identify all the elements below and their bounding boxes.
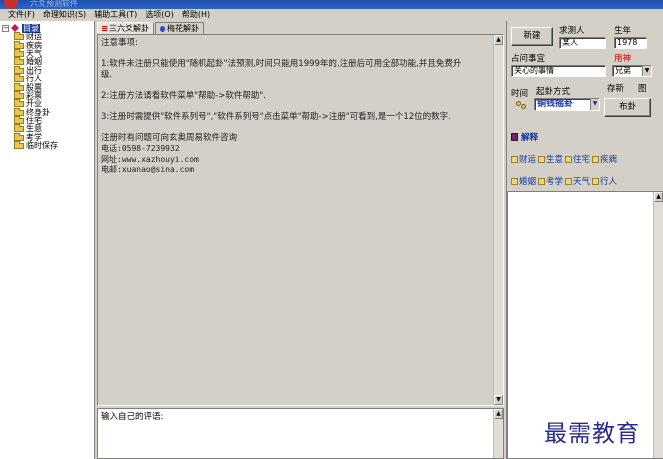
tab-meihua[interactable]: 梅花解卦 xyxy=(155,22,204,34)
topic-shengyi[interactable]: 生意 xyxy=(538,153,563,165)
watermark: 最需教育 xyxy=(544,421,640,447)
folder-icon xyxy=(14,32,24,41)
tab-meihua-label: 梅花解卦 xyxy=(167,24,199,33)
comment-placeholder: 输入自己的评语: xyxy=(101,412,164,422)
note-icon xyxy=(538,177,546,185)
notice-heading: 注意事项: xyxy=(101,38,138,48)
menu-tools[interactable]: 辅助工具(T) xyxy=(94,9,137,21)
note-icon xyxy=(592,155,600,163)
menu-knowledge[interactable]: 命理知识(S) xyxy=(43,9,86,21)
result-panel[interactable]: ▲ 最需教育 xyxy=(507,191,663,459)
menu-help[interactable]: 帮助(H) xyxy=(182,9,210,21)
app-icon[interactable] xyxy=(4,0,18,9)
folder-icon xyxy=(14,74,24,83)
scroll-up-icon[interactable]: ▲ xyxy=(494,35,503,45)
method-label: 起卦方式 xyxy=(536,87,571,97)
notice-scrollbar[interactable]: ▲ ▼ xyxy=(493,35,503,405)
diamond-icon xyxy=(11,24,19,32)
folder-icon xyxy=(14,124,24,133)
person-field[interactable]: 某人 xyxy=(559,37,606,49)
topic-hunyin[interactable]: 婚姻 xyxy=(511,175,536,187)
notice-line-2: 2:注册方法请看软件菜单"帮助->软件帮助". xyxy=(101,90,266,101)
tab-liuyao-label: 三六爻解卦 xyxy=(109,24,149,33)
time-label: 时间 xyxy=(511,89,529,99)
topic-jibing[interactable]: 疾病 xyxy=(592,153,617,165)
folder-icon xyxy=(14,82,24,91)
folder-icon xyxy=(14,99,24,108)
topic-row-2: 婚姻 考学 天气 行人 xyxy=(511,175,663,187)
tree-children: 财运 疾病 天气 婚姻 出行 行人 股票 彩票 开业 终身卦 住宅 生意 考学 … xyxy=(14,32,58,150)
scroll-up-icon[interactable]: ▲ xyxy=(494,409,503,419)
note-icon xyxy=(565,155,573,163)
notice-line-3: 3:注册时需提供"软件系列号","软件系列号"点击菜单"帮助->注册"可看到,是… xyxy=(101,112,451,123)
folder-icon xyxy=(14,48,24,57)
topic-zhuzhai[interactable]: 住宅 xyxy=(565,153,590,165)
folder-icon xyxy=(14,141,24,150)
birth-year-label: 生年 xyxy=(614,26,632,36)
comment-textarea[interactable]: 输入自己的评语: ▲ xyxy=(97,408,504,459)
tab-bar: 三六爻解卦 梅花解卦 xyxy=(97,22,205,34)
birth-year-field[interactable]: 1978 xyxy=(614,37,647,49)
chevron-down-icon[interactable]: ▼ xyxy=(642,66,651,76)
window-title: 六爻预测软件 xyxy=(30,0,78,8)
folder-icon xyxy=(14,57,24,66)
topic-tianqi[interactable]: 天气 xyxy=(565,175,590,187)
folder-icon xyxy=(14,116,24,125)
explanation-label: 解释 xyxy=(521,133,539,143)
collapse-icon[interactable]: − xyxy=(2,24,9,32)
method-select[interactable]: 铜钱摇卦 ▼ xyxy=(534,98,600,111)
contact-phone: 电话:0598-7239932 xyxy=(101,143,180,153)
note-icon xyxy=(511,177,518,185)
contact-email: 电邮:xuanao@sina.com xyxy=(101,165,195,175)
folder-icon xyxy=(14,40,24,49)
scroll-up-icon[interactable]: ▲ xyxy=(654,192,663,202)
topic-row-1: 财运 生意 住宅 疾病 xyxy=(511,153,663,165)
contact-heading: 注册时有问题可向玄奥周易软件咨询 xyxy=(101,133,238,144)
note-icon xyxy=(565,177,573,185)
topic-xingren[interactable]: 行人 xyxy=(592,175,617,187)
save-label[interactable]: 存新 xyxy=(607,84,624,94)
explanation-header: 解释 xyxy=(511,131,538,143)
category-tree[interactable]: − 目录 财运 疾病 天气 婚姻 出行 行人 股票 彩票 开业 终身卦 住宅 生… xyxy=(0,21,95,459)
tab-liuyao[interactable]: 三六爻解卦 xyxy=(97,22,154,34)
cast-button[interactable]: 布卦 xyxy=(604,98,651,117)
folder-icon xyxy=(14,90,24,99)
contact-website: 网址:www.xazhouyi.com xyxy=(101,154,199,164)
book-icon xyxy=(511,133,518,141)
notice-content: 注意事项: 1:软件未注册只能使用"随机起卦"法预测,时间只能用1999年的,注… xyxy=(101,38,491,176)
note-icon xyxy=(538,155,546,163)
scroll-down-icon[interactable]: ▼ xyxy=(494,395,503,405)
person-label: 求测人 xyxy=(559,26,585,36)
method-value: 铜钱摇卦 xyxy=(537,99,574,109)
matter-label: 占问事宜 xyxy=(511,54,546,64)
yongshen-select[interactable]: 兄弟 ▼ xyxy=(612,65,652,77)
folder-icon xyxy=(14,107,24,116)
menu-file[interactable]: 文件(F) xyxy=(8,9,35,21)
folder-icon xyxy=(14,132,24,141)
topic-kaoxue[interactable]: 考学 xyxy=(538,175,563,187)
menu-bar: 文件(F) 命理知识(S) 辅助工具(T) 选项(O) 帮助(H) xyxy=(0,9,663,21)
matter-field[interactable]: 关心的事情 xyxy=(511,65,606,77)
yongshen-label: 用神 xyxy=(614,54,632,64)
new-button[interactable]: 新建 xyxy=(511,27,553,46)
note-icon xyxy=(511,155,518,163)
title-bar: 六爻预测软件 xyxy=(0,0,663,9)
notice-panel[interactable]: 注意事项: 1:软件未注册只能使用"随机起卦"法预测,时间只能用1999年的,注… xyxy=(97,34,504,406)
tree-item-linshibaocun[interactable]: 临时保存 xyxy=(14,141,58,150)
blossom-icon xyxy=(160,25,165,32)
notice-line-1: 1:软件未注册只能使用"随机起卦"法预测,时间只能用1999年的,注册后可用全部… xyxy=(101,59,462,80)
comment-scrollbar[interactable]: ▲ xyxy=(493,409,503,458)
folder-icon xyxy=(14,65,24,74)
coin-icon xyxy=(516,101,528,110)
note-icon xyxy=(592,177,600,185)
menu-options[interactable]: 选项(O) xyxy=(145,9,174,21)
right-panel: 新建 求测人 生年 某人 1978 占问事宜 用神 关心的事情 兄弟 ▼ 时间 … xyxy=(506,21,663,459)
chevron-down-icon[interactable]: ▼ xyxy=(590,99,599,110)
yongshen-value: 兄弟 xyxy=(615,66,631,75)
topic-caiyun[interactable]: 财运 xyxy=(511,153,536,165)
hexagram-icon xyxy=(102,25,107,32)
result-scrollbar[interactable]: ▲ xyxy=(653,192,663,458)
chart-label[interactable]: 图 xyxy=(638,84,647,94)
